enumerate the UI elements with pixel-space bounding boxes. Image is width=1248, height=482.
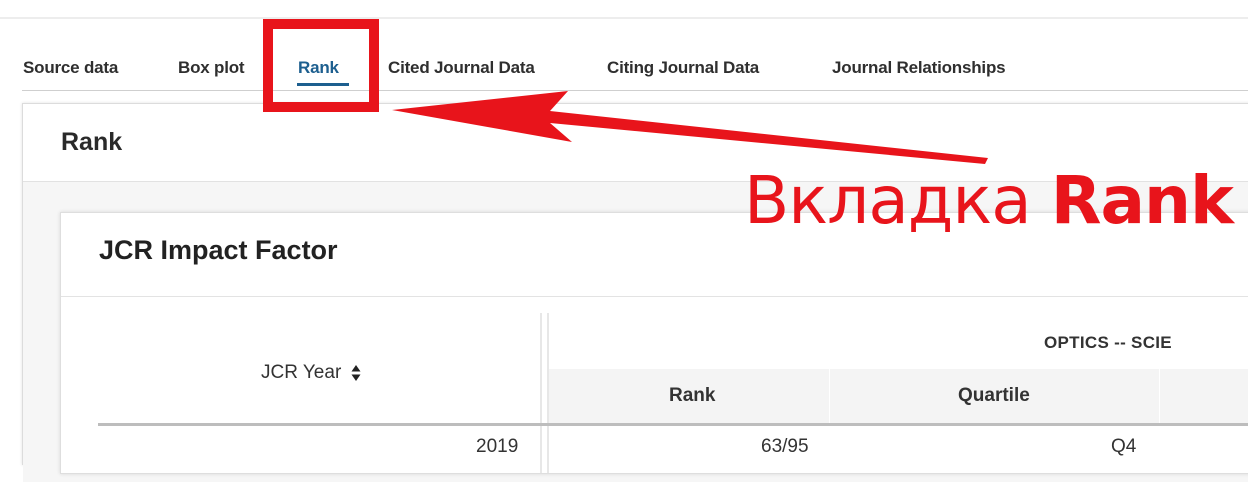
annotation-label-regular: Вкладка	[744, 162, 1032, 239]
annotation-label: Вкладка Rank	[744, 162, 1234, 239]
annotation-label-bold: Rank	[1050, 162, 1234, 239]
